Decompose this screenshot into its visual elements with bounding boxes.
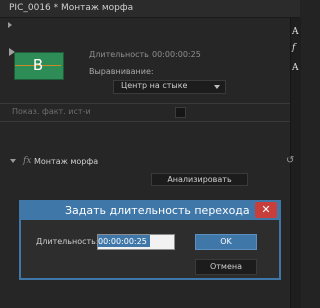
panel-title: PIC_0016 * Монтаж морфа: [9, 3, 134, 13]
duration-label: Длительность: [89, 50, 149, 59]
dialog-duration-label: Длительность:: [36, 237, 99, 246]
divider: [0, 103, 290, 104]
duration-value[interactable]: 00:00:00:25: [152, 50, 201, 59]
cancel-button[interactable]: Отмена: [195, 259, 257, 275]
alignment-value: Центр на стыке: [121, 81, 188, 90]
divider: [0, 121, 290, 122]
close-icon[interactable]: ✕: [255, 202, 277, 218]
side-char-a: A: [292, 27, 299, 37]
ok-button[interactable]: OK: [195, 234, 257, 250]
show-actual-sources-label: Показ. факт. ист-и: [12, 107, 91, 116]
analyze-button[interactable]: Анализировать: [151, 173, 248, 186]
expand-arrow-icon[interactable]: [10, 159, 16, 163]
chevron-down-icon: [214, 85, 220, 89]
dialog-title: Задать длительность перехода: [65, 204, 250, 217]
side-char-f: f: [292, 43, 296, 53]
reset-icon[interactable]: ↺: [286, 155, 294, 166]
alignment-label: Выравнивание:: [89, 67, 154, 76]
duration-input-value[interactable]: 00:00:00:25: [98, 237, 147, 246]
play-icon[interactable]: [8, 22, 12, 28]
side-char-a-2: A: [292, 63, 299, 73]
thumbnail-letter: B: [32, 56, 44, 74]
show-actual-sources-checkbox[interactable]: [175, 107, 186, 118]
effect-name: Монтаж морфа: [34, 157, 99, 166]
fx-icon: fx: [23, 156, 32, 166]
